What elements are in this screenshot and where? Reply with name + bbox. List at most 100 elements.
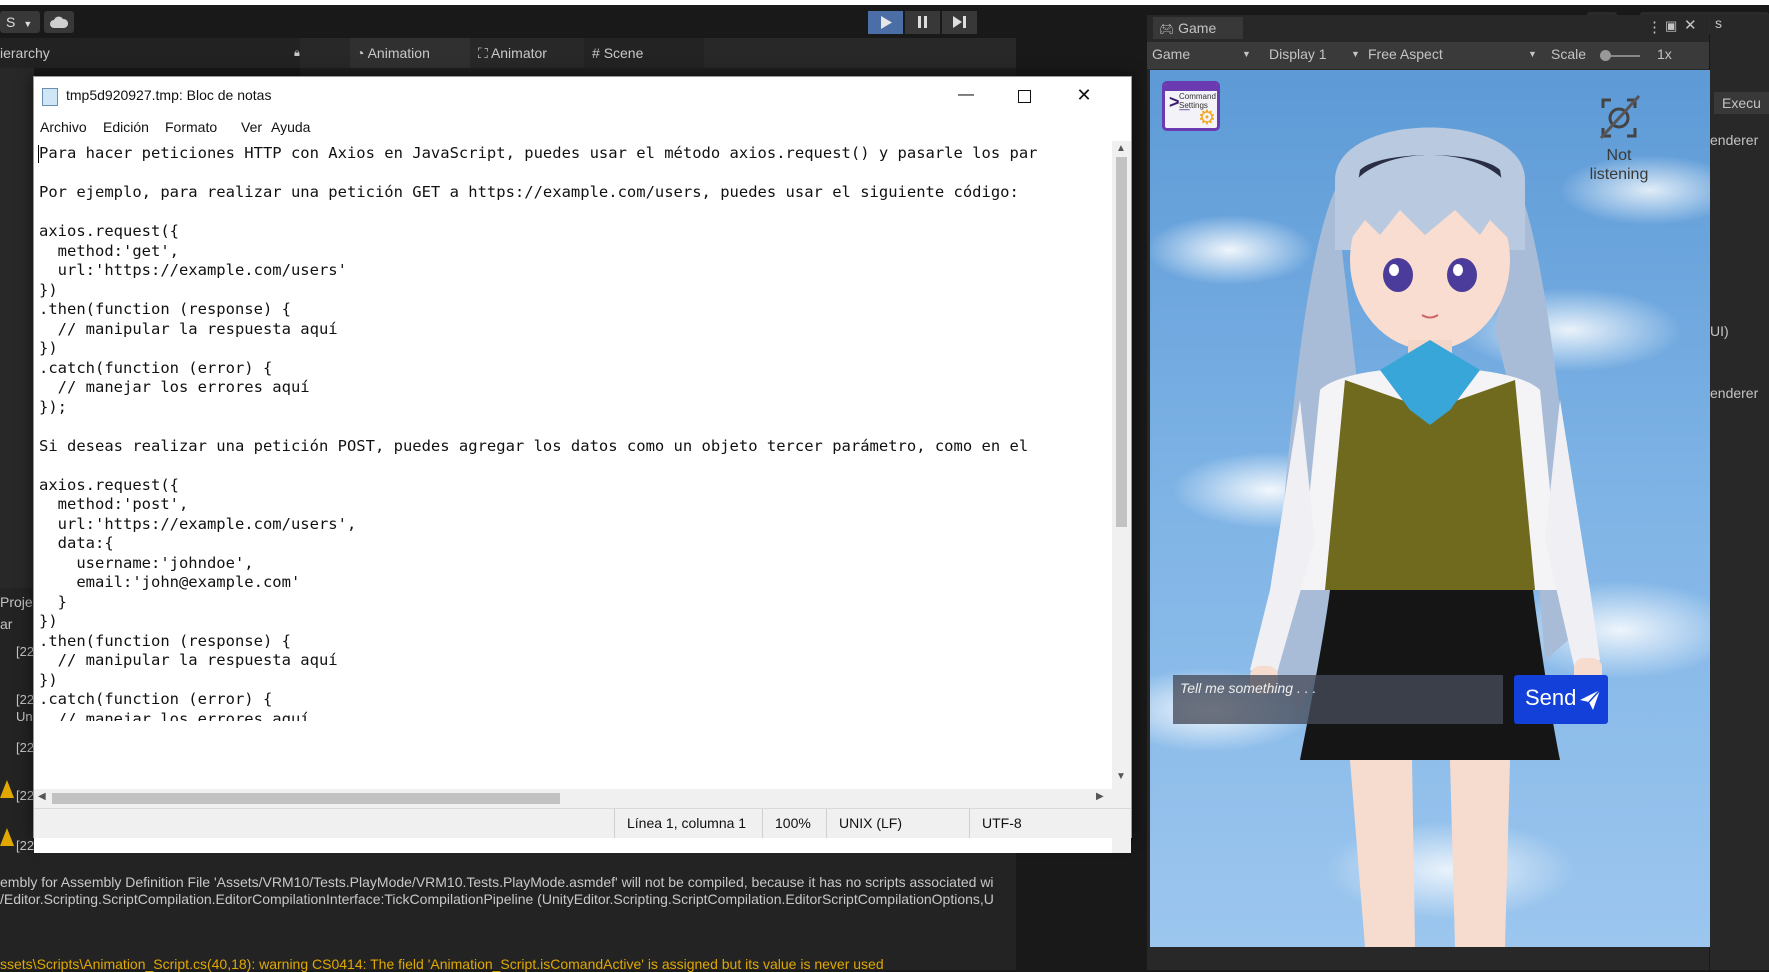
send-button[interactable]: Send	[1514, 675, 1608, 724]
text-line: Si deseas realizar una petición POST, pu…	[39, 436, 1029, 455]
text-line: .then(function (response) {	[39, 631, 291, 650]
vertical-scrollbar[interactable]: ▲ ▼	[1112, 141, 1131, 853]
console-entry[interactable]: [22	[16, 838, 34, 853]
status-cursor-position: Línea 1, columna 1	[614, 809, 767, 838]
tab-animator[interactable]: ⛶ Animator	[472, 38, 582, 68]
close-button[interactable]: ✕	[1064, 82, 1104, 110]
notepad-text-area[interactable]: Para hacer peticiones HTTP con Axios en …	[34, 141, 1112, 853]
minimize-button[interactable]: —	[946, 82, 986, 110]
menu-ayuda[interactable]: Ayuda	[271, 119, 310, 135]
scroll-down-icon[interactable]: ▼	[1116, 771, 1126, 782]
step-button[interactable]	[942, 11, 977, 34]
game-toolbar: Game ▼ Display 1 ▼ Free Aspect ▼ Scale 1…	[1147, 42, 1709, 69]
text-line: axios.request({	[39, 475, 179, 494]
text-line: })	[39, 612, 58, 630]
scale-slider[interactable]	[1600, 50, 1640, 61]
step-icon	[953, 16, 966, 28]
vertical-scroll-thumb[interactable]	[1116, 157, 1127, 527]
close-icon[interactable]: ✕	[1684, 16, 1697, 34]
play-button[interactable]	[868, 11, 903, 34]
window-bar	[1165, 84, 1217, 91]
chevron-down-icon: ▼	[1528, 49, 1537, 59]
aspect-dropdown[interactable]: Free Aspect ▼	[1368, 46, 1537, 62]
text-line: }	[39, 592, 67, 611]
scroll-right-icon[interactable]: ▶	[1096, 791, 1104, 802]
console-detail-line-1: embly for Assembly Definition File 'Asse…	[0, 874, 994, 890]
anime-character-image	[1250, 127, 1602, 947]
console-detail-line-2: /Editor.Scripting.ScriptCompilation.Edit…	[0, 891, 994, 907]
chat-input[interactable]: Tell me something . . .	[1173, 675, 1503, 724]
animator-icon: ⛶	[478, 45, 488, 61]
gamepad-icon: 🎮︎	[1159, 22, 1175, 36]
text-line: })	[39, 670, 58, 689]
text-line: });	[39, 397, 67, 416]
cloud-icon	[50, 16, 69, 28]
text-line: axios.request({	[39, 222, 179, 240]
mic-status-indicator[interactable]: Not listening	[1564, 90, 1674, 184]
tab-animation[interactable]: ◔ Animation	[350, 38, 470, 68]
text-line: Para hacer peticiones HTTP con Axios en …	[39, 144, 1038, 162]
notepad-titlebar[interactable]: tmp5d920927.tmp: Bloc de notas — ✕	[34, 77, 1131, 115]
aspect-label: Free Aspect	[1368, 46, 1443, 62]
maximize-icon[interactable]: ▣	[1665, 18, 1677, 34]
tab-hierarchy-label: ierarchy	[0, 45, 50, 61]
scroll-up-icon[interactable]: ▲	[1116, 143, 1126, 154]
text-line: method:'get',	[39, 241, 179, 260]
notepad-app-icon	[42, 88, 58, 106]
menu-edicion[interactable]: Edición	[103, 119, 149, 135]
right-s-label: s	[1715, 15, 1722, 31]
console-entry[interactable]: [22	[16, 788, 34, 803]
scene-icon: #	[592, 45, 600, 61]
mic-status-label: Not listening	[1589, 147, 1649, 183]
unity-tab-row: ierarchy 🔒︎ ◔ Animation ⛶ Animator # Sce…	[0, 38, 1016, 68]
game-viewport[interactable]: >_ Command Settings ⚙ Not listening Tell…	[1150, 70, 1710, 947]
tab-scene[interactable]: # Scene	[584, 38, 704, 68]
game-mode-dropdown[interactable]: Game ▼	[1152, 46, 1251, 62]
display-dropdown[interactable]: Display 1 ▼	[1269, 46, 1360, 62]
horizontal-scrollbar[interactable]: ◀ ▶	[34, 789, 1112, 808]
text-line: // manipular la respuesta aquí	[39, 651, 338, 669]
execute-button[interactable]: Execu	[1714, 92, 1769, 114]
play-icon	[880, 16, 892, 29]
account-dropdown[interactable]: S ▼	[0, 11, 40, 33]
notepad-title: tmp5d920927.tmp: Bloc de notas	[66, 87, 272, 103]
send-button-label: Send	[1525, 685, 1577, 710]
text-line: url:'https://example.com/users'	[39, 261, 347, 279]
pause-button[interactable]	[905, 11, 940, 34]
renderer-label-1: enderer	[1710, 132, 1759, 148]
more-options-icon[interactable]: ⋮	[1647, 18, 1662, 36]
console-entry[interactable]: [22	[16, 740, 34, 755]
warning-icon	[0, 828, 14, 846]
menu-ver[interactable]: Ver	[241, 119, 262, 135]
minimize-icon: —	[958, 86, 974, 103]
horizontal-scroll-thumb[interactable]	[52, 793, 560, 804]
console-entry[interactable]: [22	[16, 644, 34, 659]
hierarchy-panel	[0, 68, 34, 588]
menu-archivo[interactable]: Archivo	[40, 119, 87, 135]
tab-hierarchy[interactable]: ierarchy 🔒︎	[0, 38, 300, 68]
close-icon: ✕	[1076, 85, 1092, 105]
mic-off-icon	[1599, 94, 1641, 140]
menu-formato[interactable]: Formato	[165, 119, 217, 135]
text-line: })	[39, 280, 58, 299]
scale-slider-thumb[interactable]	[1600, 50, 1611, 61]
scale-label: Scale	[1551, 46, 1587, 62]
display-label: Display 1	[1269, 46, 1327, 62]
text-line: url:'https://example.com/users',	[39, 514, 357, 533]
notepad-window[interactable]: tmp5d920927.tmp: Bloc de notas — ✕ Archi…	[33, 76, 1132, 853]
text-line: Por ejemplo, para realizar una petición …	[39, 183, 1019, 201]
animation-icon: ◔	[356, 45, 365, 61]
cloud-button[interactable]	[44, 11, 74, 33]
inspector-panel: s Execu enderer UI) enderer	[1710, 15, 1769, 970]
command-settings-button[interactable]: >_ Command Settings ⚙	[1162, 81, 1220, 131]
paper-plane-icon	[1580, 689, 1601, 710]
console-entry-sub: Un	[16, 709, 33, 724]
tab-animation-label: Animation	[367, 45, 430, 61]
text-line: // manipular la respuesta aquí	[39, 319, 338, 338]
console-entry[interactable]: [22	[16, 692, 34, 707]
tab-game[interactable]: 🎮︎ Game	[1153, 17, 1243, 39]
text-line: username:'johndoe',	[39, 553, 254, 572]
scroll-left-icon[interactable]: ◀	[38, 791, 46, 802]
maximize-button[interactable]	[1004, 82, 1044, 110]
status-encoding: UTF-8	[969, 809, 1122, 838]
